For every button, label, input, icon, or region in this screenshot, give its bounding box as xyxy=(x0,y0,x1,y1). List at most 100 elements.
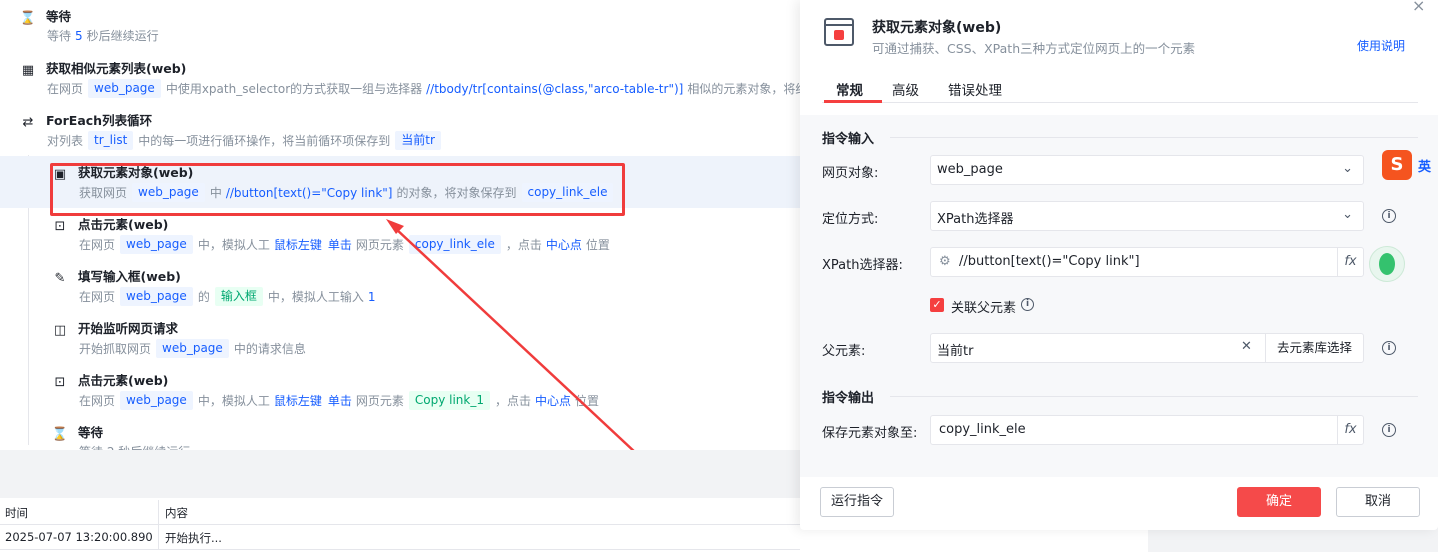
ime-logo-icon: S xyxy=(1382,150,1412,180)
variable-chip[interactable]: web_page xyxy=(120,235,193,254)
desc-text: 等待 2 秒后继续运行 xyxy=(79,443,190,450)
param-value: 中心点 xyxy=(535,394,572,408)
close-icon[interactable]: × xyxy=(1412,0,1425,15)
desc-text: 中的每一项进行循环操作，将当前循环项保存到 xyxy=(138,134,391,148)
desc-text: 位置 xyxy=(575,394,600,408)
info-icon[interactable]: i xyxy=(1382,423,1396,437)
fx-button[interactable]: fx xyxy=(1337,248,1363,276)
desc-text: 在网页 xyxy=(47,82,84,96)
flow-step[interactable]: ⊡ 点击元素(web) 在网页 web_page 中，模拟人工 鼠标左键 单击 网页元素 Cop… xyxy=(0,364,800,416)
confirm-button[interactable]: 确定 xyxy=(1237,487,1321,517)
tab-bar: 常规 高级 错误处理 xyxy=(822,74,1418,103)
log-content: 开始执行... xyxy=(165,531,222,545)
locate-label: 定位方式: xyxy=(822,212,879,227)
fx-button[interactable]: fx xyxy=(1337,416,1363,444)
log-header: 时间 内容 xyxy=(0,500,800,525)
assistant-ball-icon[interactable] xyxy=(1369,246,1405,282)
save-label: 保存元素对象至: xyxy=(822,426,918,441)
cancel-button[interactable]: 取消 xyxy=(1336,487,1420,517)
tab-advanced[interactable]: 高级 xyxy=(892,79,919,99)
info-icon[interactable]: i xyxy=(1021,298,1034,311)
info-icon[interactable]: i xyxy=(1382,209,1396,223)
python-icon: ⚙ xyxy=(939,254,951,269)
step-description: 等待 2 秒后继续运行 xyxy=(78,443,191,450)
param-value: 鼠标左键 xyxy=(273,394,322,408)
step-description: 在网页 web_page 中，模拟人工 鼠标左键 单击 网页元素 Copy link_1 ，点… xyxy=(78,391,600,410)
variable-chip[interactable]: web_page xyxy=(88,79,161,98)
help-link[interactable]: 使用说明 xyxy=(1357,37,1405,54)
variable-chip[interactable]: web_page xyxy=(156,339,229,358)
desc-text: 相似的元素对象，将结果保 xyxy=(687,82,800,96)
tab-error-handling[interactable]: 错误处理 xyxy=(948,79,1002,99)
desc-text: 中，模拟人工 xyxy=(197,238,270,252)
desc-text: 中，模拟人工 xyxy=(197,394,270,408)
variable-chip[interactable]: 当前tr xyxy=(395,131,441,150)
tab-general[interactable]: 常规 xyxy=(836,79,863,99)
desc-text: 在网页 xyxy=(79,394,116,408)
variable-chip[interactable]: web_page xyxy=(120,287,193,306)
element-chip[interactable]: Copy link_1 xyxy=(408,391,490,410)
log-col-content: 内容 xyxy=(165,506,188,520)
properties-drawer: 获取元素对象(web) 可通过捕获、CSS、XPath三种方式定位网页上的一个元… xyxy=(800,0,1438,530)
log-splitter[interactable] xyxy=(0,450,800,498)
clear-icon[interactable]: ✕ xyxy=(1241,339,1252,354)
param-value: 鼠标左键 xyxy=(273,238,322,252)
desc-text: 等待 xyxy=(47,29,72,43)
flow-step[interactable]: ◫ 开始监听网页请求 开始抓取网页 web_page 中的请求信息 xyxy=(0,312,800,364)
step-title: 开始监听网页请求 xyxy=(78,321,179,336)
flow-step[interactable]: ⌛ 等待 等待 5 秒后继续运行 xyxy=(0,0,800,52)
log-time: 2025-07-07 13:20:00.890 xyxy=(5,530,153,544)
variable-chip[interactable]: copy_link_ele xyxy=(408,235,501,254)
param-value: //tbody/tr[contains(@class,"arco-table-t… xyxy=(426,81,684,96)
highlight-box xyxy=(50,163,625,216)
drawer-subtitle: 可通过捕获、CSS、XPath三种方式定位网页上的一个元素 xyxy=(872,41,1196,56)
chevron-down-icon: ⌄ xyxy=(1342,161,1353,176)
flow-step[interactable]: ✎ 填写输入框(web) 在网页 web_page 的输入框 中，模拟人工输入 1 xyxy=(0,260,800,312)
step-title: 点击元素(web) xyxy=(78,217,169,232)
click-element-icon: ⊡ xyxy=(54,218,66,234)
desc-text: ，点击 xyxy=(505,238,542,252)
flow-step[interactable]: ⇄ ForEach列表循环 对列表 tr_list 中的每一项进行循环操作，将当前循环项… xyxy=(0,104,800,156)
step-title: 点击元素(web) xyxy=(78,373,169,388)
hourglass-icon: ⌛ xyxy=(51,426,69,442)
desc-text: 中使用xpath_selector的方式获取一组与选择器 xyxy=(165,82,423,96)
element-library-button[interactable]: 去元素库选择 xyxy=(1265,334,1363,362)
xpath-input[interactable]: ⚙ //button[text()="Copy link"] fx xyxy=(930,247,1364,277)
desc-text: 开始抓取网页 xyxy=(79,342,152,356)
desc-text: 中的请求信息 xyxy=(233,342,306,356)
hourglass-icon: ⌛ xyxy=(19,10,37,26)
section-input-title: 指令输入 xyxy=(822,132,875,147)
desc-text: 位置 xyxy=(585,238,610,252)
desc-text: 秒后继续运行 xyxy=(86,29,159,43)
log-row[interactable]: 2025-07-07 13:20:00.890 开始执行... xyxy=(0,525,800,550)
save-variable-input[interactable]: copy_link_ele fx xyxy=(930,415,1364,445)
click-element-icon: ⊡ xyxy=(54,374,66,390)
variable-chip[interactable]: tr_list xyxy=(88,131,134,150)
ime-language[interactable]: 英 xyxy=(1418,156,1431,175)
step-title: 等待 xyxy=(78,425,104,440)
step-description: 等待 5 秒后继续运行 xyxy=(46,27,160,44)
desc-text: 中，模拟人工输入 xyxy=(267,290,364,304)
param-value: 1 xyxy=(367,289,376,304)
info-icon[interactable]: i xyxy=(1382,341,1396,355)
step-title: 填写输入框(web) xyxy=(78,269,181,284)
parent-input[interactable]: 当前tr ✕ 去元素库选择 xyxy=(930,333,1364,363)
flow-step[interactable]: ▦ 获取相似元素列表(web) 在网页 web_page 中使用xpath_select… xyxy=(0,52,800,104)
flow-step[interactable]: ⌛ 等待等待 2 秒后继续运行 xyxy=(0,416,800,450)
web-element-icon xyxy=(824,18,854,46)
relate-parent-checkbox[interactable]: ✓ xyxy=(930,298,944,312)
element-chip[interactable]: 输入框 xyxy=(214,287,263,306)
step-title: ForEach列表循环 xyxy=(46,113,153,128)
run-command-button[interactable]: 运行指令 xyxy=(820,487,894,517)
page-label: 网页对象: xyxy=(822,166,879,181)
locate-select[interactable]: XPath选择器 ⌄ xyxy=(930,201,1364,231)
step-description: 对列表 tr_list 中的每一项进行循环操作，将当前循环项保存到 当前tr xyxy=(46,131,445,150)
ime-toolbar[interactable]: S 英 xyxy=(1382,150,1438,182)
variable-chip[interactable]: web_page xyxy=(120,391,193,410)
flow-step-list: ⌛ 等待 等待 5 秒后继续运行 ▦ 获取相似元素列表(web) 在网页 web_page 中使用… xyxy=(0,0,800,450)
drawer-title: 获取元素对象(web) xyxy=(872,20,1002,36)
log-panel: 时间 内容 2025-07-07 13:20:00.890 开始执行... xyxy=(0,450,800,552)
page-select[interactable]: web_page ⌄ xyxy=(930,155,1364,185)
desc-text: 对列表 xyxy=(47,134,84,148)
loop-icon: ⇄ xyxy=(22,114,34,130)
